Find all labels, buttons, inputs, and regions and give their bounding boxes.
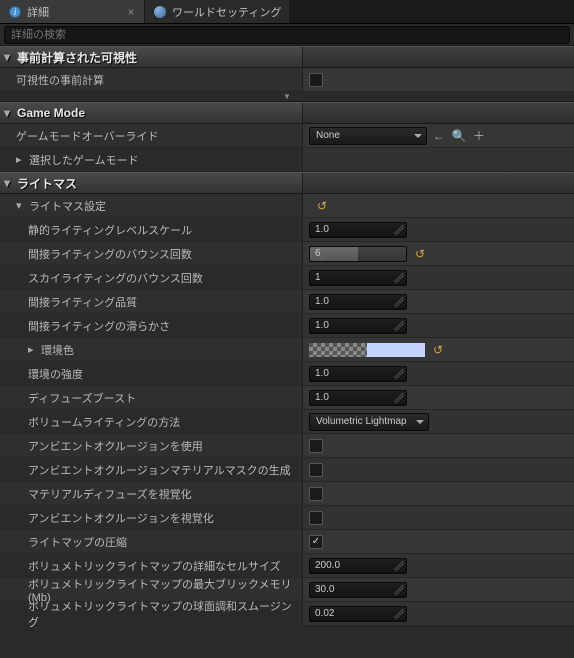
chevron-right-icon[interactable]: ▸: [28, 343, 38, 356]
checkbox-gen-ao-mask[interactable]: [309, 463, 323, 477]
category-game-mode[interactable]: ▾ Game Mode: [0, 102, 574, 124]
dropdown-volume-lighting-method[interactable]: Volumetric Lightmap: [309, 413, 429, 431]
tab-world-settings[interactable]: ワールドセッティング: [145, 0, 290, 23]
search-input[interactable]: [4, 26, 570, 44]
tab-label: ワールドセッティング: [172, 4, 281, 20]
row-label: アンビエントオクルージョンを視覚化: [0, 506, 302, 529]
row-label: 間接ライティング品質: [0, 290, 302, 313]
reset-icon[interactable]: ↺: [431, 343, 445, 357]
row-label: 可視性の事前計算: [0, 68, 302, 91]
checkbox-compress-lightmap[interactable]: [309, 535, 323, 549]
spinbox-sky-bounce[interactable]: 1: [309, 270, 407, 286]
row-label: ▸ 選択したゲームモード: [0, 148, 302, 171]
row-label: 間接ライティングの滑らかさ: [0, 314, 302, 337]
row-label: スカイライティングのバウンス回数: [0, 266, 302, 289]
checkbox-vis-ao[interactable]: [309, 511, 323, 525]
close-icon[interactable]: ×: [124, 5, 138, 19]
color-swatch-env[interactable]: [309, 343, 425, 357]
spinbox-diffuse-boost[interactable]: 1.0: [309, 390, 407, 406]
checkbox-precompute-visibility[interactable]: [309, 73, 323, 87]
row-label: ▸ 環境色: [0, 338, 302, 361]
row-label: マテリアルディフューズを視覚化: [0, 482, 302, 505]
row-label: ライトマップの圧縮: [0, 530, 302, 553]
row-label: ボリュメトリックライトマップの球面調和スムージング: [0, 602, 302, 625]
row-label: 静的ライティングレベルスケール: [0, 218, 302, 241]
spinbox-max-brick-mem[interactable]: 30.0: [309, 582, 407, 598]
category-precomputed-visibility[interactable]: ▾ 事前計算された可視性: [0, 46, 574, 68]
spinbox-indirect-quality[interactable]: 1.0: [309, 294, 407, 310]
checkbox-use-ao[interactable]: [309, 439, 323, 453]
spinbox-bounce-count[interactable]: 6: [309, 246, 407, 262]
category-title: Game Mode: [17, 106, 85, 120]
row-label: ▾ ライトマス設定: [0, 194, 302, 217]
row-label: 環境の強度: [0, 362, 302, 385]
category-title: ライトマス: [17, 175, 77, 192]
category-title: 事前計算された可視性: [17, 49, 137, 66]
dropdown-gamemode-override[interactable]: None: [309, 127, 427, 145]
chevron-down-icon[interactable]: ▾: [16, 199, 26, 212]
tab-details[interactable]: i 詳細 ×: [0, 0, 145, 23]
browse-icon[interactable]: 🔍: [451, 128, 467, 144]
checkbox-vis-mat-diffuse[interactable]: [309, 487, 323, 501]
spinbox-env-intensity[interactable]: 1.0: [309, 366, 407, 382]
back-arrow-icon[interactable]: ←: [431, 128, 447, 144]
globe-icon: [153, 5, 167, 19]
chevron-down-icon: ▾: [4, 106, 14, 120]
expand-bar[interactable]: ▼: [0, 92, 574, 102]
row-label: ボリュームライティングの方法: [0, 410, 302, 433]
spinbox-spherical-smooth[interactable]: 0.02: [309, 606, 407, 622]
spinbox-static-level-scale[interactable]: 1.0: [309, 222, 407, 238]
reset-icon[interactable]: ↺: [413, 247, 427, 261]
row-label: ディフューズブースト: [0, 386, 302, 409]
chevron-down-icon: ▾: [4, 176, 14, 190]
row-label: アンビエントオクルージョンマテリアルマスクの生成: [0, 458, 302, 481]
category-lightmass[interactable]: ▾ ライトマス: [0, 172, 574, 194]
row-label: ボリュメトリックライトマップの詳細なセルサイズ: [0, 554, 302, 577]
chevron-right-icon[interactable]: ▸: [16, 153, 26, 166]
info-icon: i: [8, 5, 22, 19]
reset-icon[interactable]: ↺: [315, 199, 329, 213]
add-icon[interactable]: ＋: [471, 128, 487, 144]
row-label: ゲームモードオーバーライド: [0, 124, 302, 147]
spinbox-cell-size[interactable]: 200.0: [309, 558, 407, 574]
tab-label: 詳細: [27, 4, 49, 20]
row-label: アンビエントオクルージョンを使用: [0, 434, 302, 457]
chevron-down-icon: ▾: [4, 50, 14, 64]
row-label: 間接ライティングのバウンス回数: [0, 242, 302, 265]
spinbox-indirect-smooth[interactable]: 1.0: [309, 318, 407, 334]
